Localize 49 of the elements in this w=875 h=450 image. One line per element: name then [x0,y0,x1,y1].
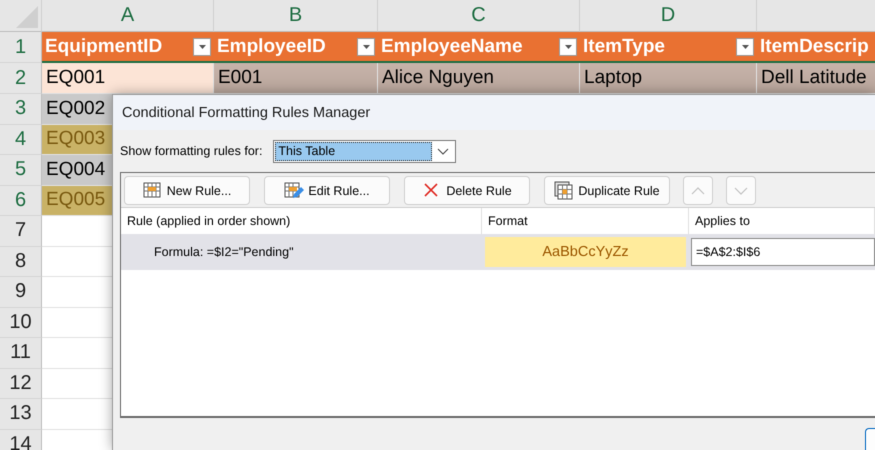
row-header[interactable]: 13 [0,399,42,430]
table-header-cell: EmployeeName [378,32,580,63]
chevron-down-icon [733,186,749,196]
toolbar-button[interactable]: Edit Rule... [264,176,390,205]
table-cell: Alice Nguyen [378,63,580,94]
rule-row[interactable]: Formula: =$I2="Pending" AaBbCcYyZz =$A$2:$I$6 [121,234,875,270]
scope-dropdown[interactable]: This Table [273,140,456,162]
table-header-cell: EmployeeID [214,32,378,63]
table-cell: EQ001 [42,63,214,94]
toolbar-button[interactable]: New Rule... [124,176,250,205]
column-header[interactable]: A [42,0,214,32]
row-header[interactable]: 1 [0,32,42,63]
filter-dropdown-icon[interactable] [559,38,577,56]
table-icon [142,181,163,200]
applies-to-field[interactable]: =$A$2:$I$6 [691,238,875,266]
row-header[interactable]: 6 [0,186,42,216]
row-header[interactable]: 8 [0,246,42,277]
row-header[interactable]: 9 [0,277,42,308]
format-preview: AaBbCcYyZz [485,237,686,267]
table-cell: E001 [214,63,378,94]
row-header[interactable]: 2 [0,63,42,94]
chevron-down-icon [437,148,450,154]
column-header[interactable]: B [214,0,378,32]
column-header[interactable]: D [580,0,757,32]
toolbar-button[interactable]: Delete Rule [404,176,530,205]
row-header[interactable]: 4 [0,124,42,155]
chevron-up-icon [690,186,706,196]
filter-dropdown-icon[interactable] [736,38,754,56]
row-header[interactable]: 7 [0,216,42,246]
row-header[interactable]: 5 [0,155,42,186]
table-cell: Dell Latitude [757,63,875,94]
toolbar-button[interactable]: Duplicate Rule [544,176,670,205]
dialog-title: Conditional Formatting Rules Manager [113,95,875,130]
table-header-cell: ItemDescrip [757,32,875,63]
table-pencil-icon [284,181,304,200]
rule-text: Formula: =$I2="Pending" [153,245,295,259]
table-cell: Laptop [580,63,757,94]
table-header-cell: ItemType [580,32,757,63]
column-header[interactable]: C [378,0,580,32]
row-header[interactable]: 11 [0,338,42,368]
row-header[interactable]: 10 [0,308,42,338]
row-header[interactable]: 12 [0,368,42,399]
dialog-button[interactable] [865,428,875,450]
table-copy-icon [554,181,574,200]
row-header[interactable]: 3 [0,94,42,124]
table-header-cell: EquipmentID [42,32,214,63]
filter-dropdown-icon[interactable] [193,38,211,56]
filter-dropdown-icon[interactable] [357,38,375,56]
row-header[interactable]: 14 [0,430,42,450]
